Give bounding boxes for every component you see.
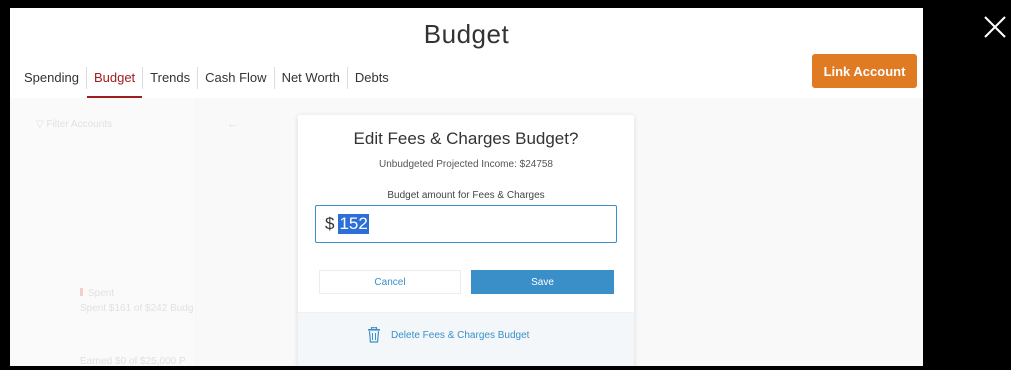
delete-budget-label: Delete Fees & Charges Budget bbox=[391, 329, 530, 341]
dialog-title: Edit Fees & Charges Budget? bbox=[353, 129, 579, 148]
unbudgeted-income-text: Unbudgeted Projected Income: $24758 bbox=[378, 159, 553, 170]
tab-trends[interactable]: Trends bbox=[142, 67, 197, 89]
amount-value[interactable]: 152 bbox=[338, 214, 369, 234]
trash-icon bbox=[368, 327, 380, 343]
tab-budget[interactable]: Budget bbox=[85, 67, 143, 99]
tab-debts[interactable]: Debts bbox=[346, 67, 396, 89]
budget-amount-input[interactable]: $ 152 bbox=[315, 205, 617, 243]
tab-cash-flow[interactable]: Cash Flow bbox=[197, 67, 273, 89]
page-title: Budget bbox=[423, 19, 510, 49]
tab-spending[interactable]: Spending bbox=[10, 67, 86, 89]
currency-symbol: $ bbox=[325, 214, 335, 233]
save-button[interactable]: Save bbox=[471, 270, 614, 294]
cancel-button[interactable]: Cancel bbox=[319, 270, 461, 294]
tab-net-worth[interactable]: Net Worth bbox=[273, 67, 347, 89]
tab-bar: Spending Budget Trends Cash Flow Net Wor… bbox=[10, 63, 396, 99]
budget-window: Budget Spending Budget Trends Cash Flow … bbox=[10, 8, 923, 366]
link-account-button[interactable]: Link Account bbox=[812, 54, 917, 88]
budget-amount-label: Budget amount for Fees & Charges bbox=[387, 190, 545, 201]
delete-budget-link[interactable]: Delete Fees & Charges Budget bbox=[367, 327, 529, 343]
close-icon[interactable] bbox=[980, 12, 1010, 42]
edit-budget-dialog: Edit Fees & Charges Budget? Unbudgeted P… bbox=[298, 115, 634, 366]
